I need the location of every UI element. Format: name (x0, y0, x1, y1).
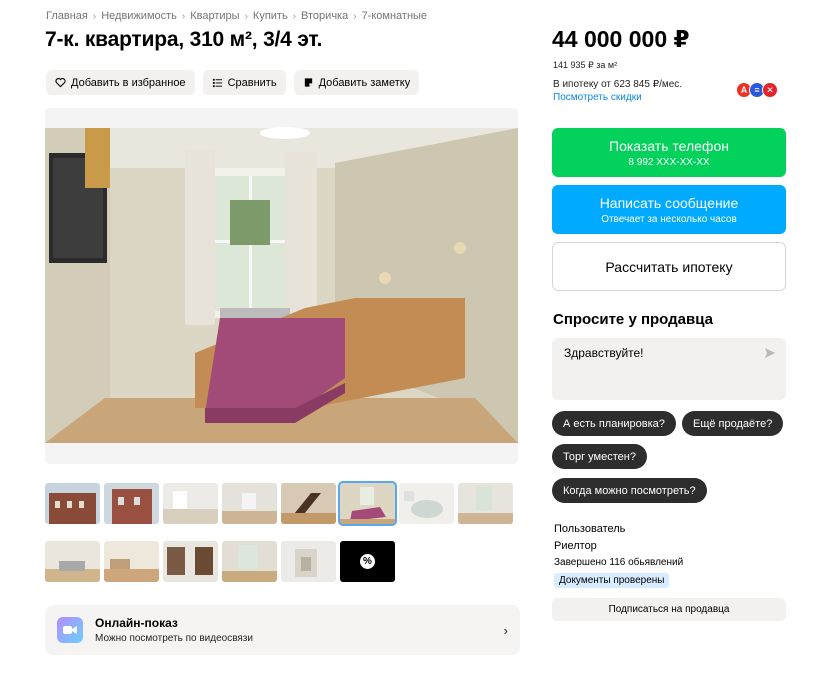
breadcrumb-7rooms[interactable]: 7-комнатные (362, 10, 427, 22)
thumbnail[interactable] (45, 541, 100, 582)
send-icon[interactable] (764, 347, 776, 359)
listing-actions: Добавить в избранное Сравнить Добавить з… (46, 70, 420, 95)
breadcrumb-apartments[interactable]: Квартиры (190, 10, 239, 22)
seller-type: Риелтор (554, 540, 597, 552)
phone-number: 8 992 XXX-XX-XX (628, 157, 710, 168)
main-photo[interactable] (45, 108, 518, 464)
chevron-right-icon: › (244, 10, 248, 22)
note-label: Добавить заметку (318, 76, 411, 89)
thumbnail[interactable] (281, 483, 336, 524)
breadcrumb-buy[interactable]: Купить (253, 10, 288, 22)
price: 44 000 000 ₽ (552, 26, 690, 52)
documents-verified-badge: Документы проверены (554, 573, 670, 588)
photo-thumbnails: % (45, 481, 520, 599)
quick-question-chip[interactable]: А есть планировка? (552, 411, 676, 436)
favorite-label: Добавить в избранное (71, 76, 186, 89)
seller-completed-count: Завершено 116 обьявлений (554, 557, 684, 568)
thumbnail[interactable] (163, 483, 218, 524)
online-show-subtitle: Можно посмотреть по видеосвязи (95, 633, 253, 644)
thumbnail[interactable] (281, 541, 336, 582)
ask-seller-title: Спросите у продавца (553, 311, 713, 328)
write-message-button[interactable]: Написать сообщение Отвечает за несколько… (552, 185, 786, 234)
quick-question-chip[interactable]: Торг уместен? (552, 444, 647, 469)
subscribe-seller-button[interactable]: Подписаться на продавца (552, 598, 786, 621)
thumbnail[interactable] (163, 541, 218, 582)
video-call-icon (57, 617, 83, 643)
quick-question-chip[interactable]: Когда можно посмотреть? (552, 478, 707, 503)
show-phone-label: Показать телефон (609, 138, 729, 154)
breadcrumb-secondary[interactable]: Вторичка (301, 10, 348, 22)
chevron-right-icon: › (92, 10, 97, 22)
online-show-card[interactable]: Онлайн-показ Можно посмотреть по видеосв… (45, 605, 520, 655)
bank-logos: А ≡ ✕ (736, 82, 778, 98)
note-icon (304, 78, 312, 87)
thumb-row-2: % (45, 541, 520, 582)
thumb-row-1 (45, 481, 520, 526)
thumbnail[interactable] (45, 483, 100, 524)
mortgage-info: В ипотеку от 623 845 ₽/мес. (553, 79, 683, 90)
price-per-m2: 141 935 ₽ за м² (553, 60, 618, 70)
quick-question-chip[interactable]: Ещё продаёте? (682, 411, 784, 436)
ask-seller-input[interactable]: Здравствуйте! (552, 338, 786, 400)
percent-icon: % (360, 554, 375, 569)
breadcrumb-realty[interactable]: Недвижимость (101, 10, 177, 22)
compare-label: Сравнить (227, 76, 277, 89)
thumbnail[interactable] (104, 483, 159, 524)
online-show-title: Онлайн-показ (95, 616, 178, 630)
reply-time: Отвечает за несколько часов (601, 214, 737, 225)
thumbnail[interactable] (222, 541, 277, 582)
chevron-right-icon: › (181, 10, 186, 22)
thumbnail[interactable] (399, 483, 454, 524)
thumbnail[interactable] (458, 483, 513, 524)
page-title: 7-к. квартира, 310 м², 3/4 эт. (45, 28, 323, 51)
heart-icon (55, 78, 66, 88)
add-note-button[interactable]: Добавить заметку (293, 70, 420, 95)
compare-icon (212, 78, 222, 88)
add-to-favorites-button[interactable]: Добавить в избранное (46, 70, 195, 95)
chevron-right-icon: › (292, 10, 297, 22)
breadcrumb-home[interactable]: Главная (46, 10, 88, 22)
bank-logo-icon: ✕ (762, 82, 778, 98)
seller-name[interactable]: Пользователь (554, 523, 625, 535)
ask-seller-input-value: Здравствуйте! (564, 346, 644, 360)
show-phone-button[interactable]: Показать телефон 8 992 XXX-XX-XX (552, 128, 786, 177)
more-photos-button[interactable]: % (340, 541, 395, 582)
write-message-label: Написать сообщение (599, 195, 739, 211)
thumbnail[interactable] (104, 541, 159, 582)
chevron-right-icon: › (503, 622, 508, 638)
thumbnail-active[interactable] (338, 481, 397, 526)
view-discounts-link[interactable]: Посмотреть скидки (553, 92, 642, 103)
compare-button[interactable]: Сравнить (202, 70, 286, 95)
calculate-mortgage-button[interactable]: Рассчитать ипотеку (552, 242, 786, 291)
breadcrumb: Главная › Недвижимость › Квартиры › Купи… (46, 10, 427, 22)
bedroom-photo (45, 108, 518, 464)
chevron-right-icon: › (353, 10, 357, 22)
thumbnail[interactable] (222, 483, 277, 524)
